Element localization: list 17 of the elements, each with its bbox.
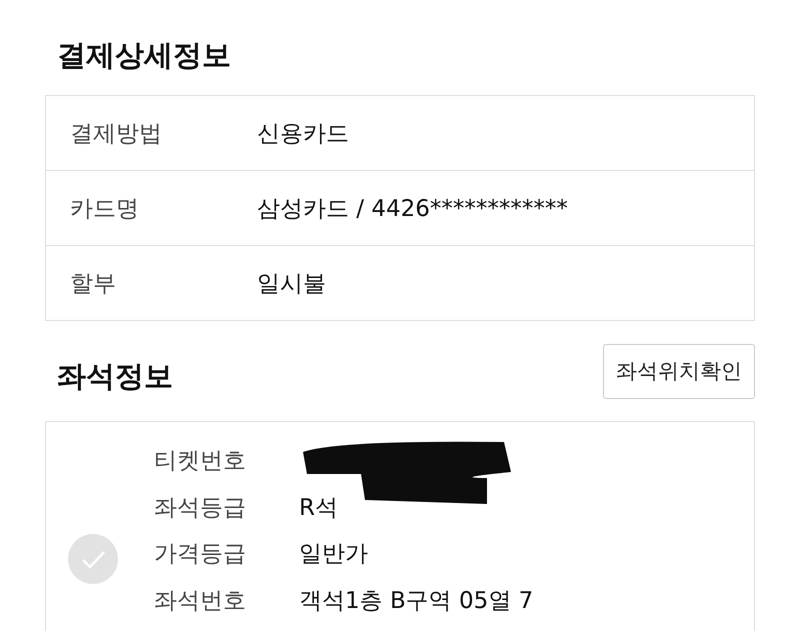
row-value: 객석1층 B구역 05열 7 (299, 586, 534, 616)
seat-location-button[interactable]: 좌석위치확인 (603, 344, 755, 398)
row-value: 일시불 (257, 270, 326, 298)
row-label: 좌석등급 (154, 494, 247, 523)
section-title: 결제상세정보 (57, 37, 232, 74)
row-value: 신용카드 (257, 120, 349, 148)
row-label: 좌석번호 (154, 586, 247, 616)
row-value: R석 (299, 494, 338, 523)
row-label: 티켓번호 (154, 447, 247, 476)
row-value: 일반가 (299, 540, 368, 570)
row-label: 가격등급 (154, 540, 247, 570)
row-label: 결제방법 (69, 120, 163, 148)
check-icon[interactable] (68, 534, 118, 584)
row-label: 카드명 (69, 194, 140, 224)
row-label: 할부 (69, 270, 117, 298)
section-title: 좌석정보 (57, 358, 173, 395)
row-value: 삼성카드 / 4426************ (257, 194, 568, 224)
